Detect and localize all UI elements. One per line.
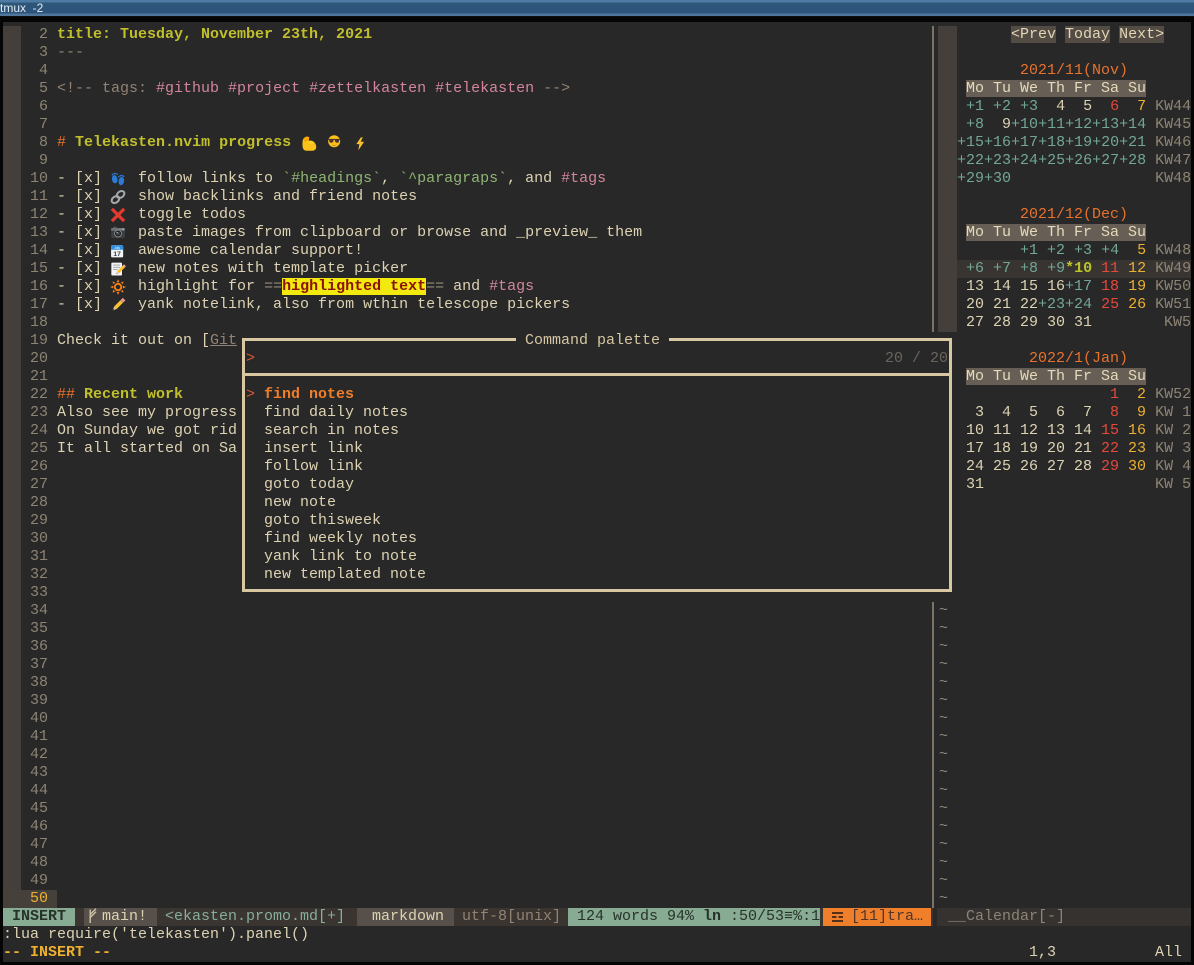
svg-text:July: July xyxy=(114,246,120,250)
svg-text:17: 17 xyxy=(113,251,121,258)
